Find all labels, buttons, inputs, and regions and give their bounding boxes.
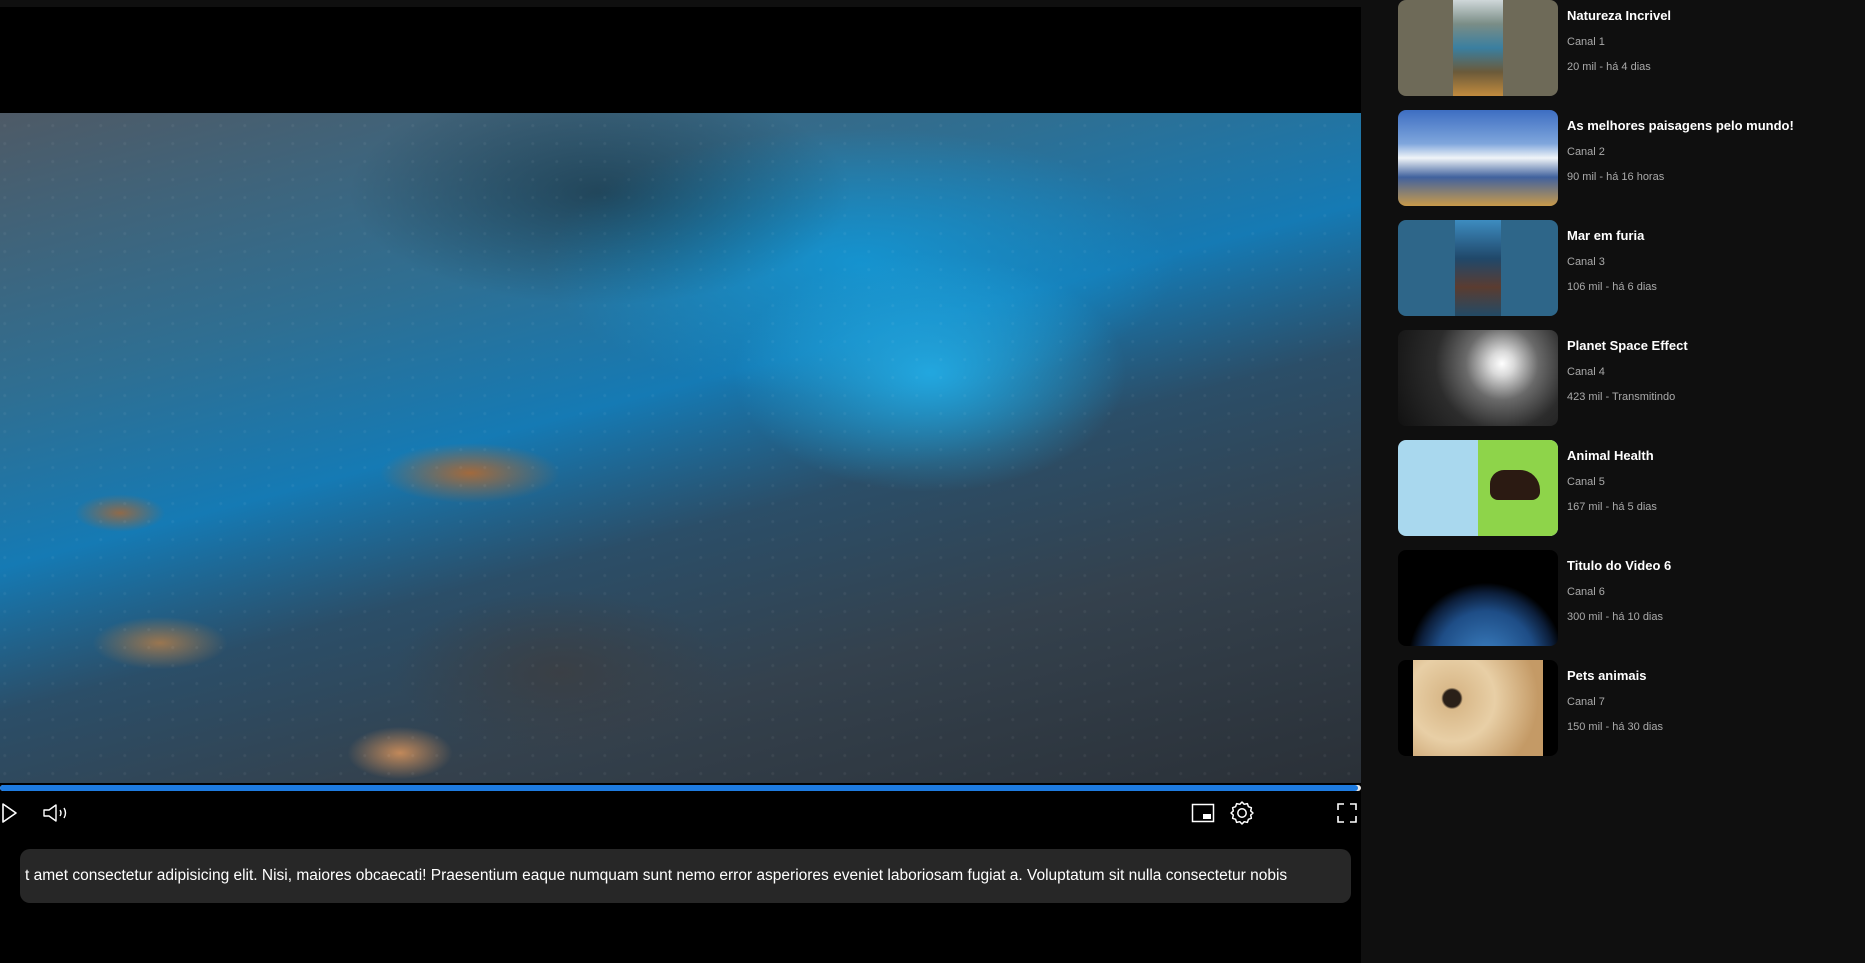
- video-thumbnail[interactable]: [1398, 660, 1558, 756]
- progress-fill: [0, 785, 1359, 791]
- settings-button[interactable]: [1227, 797, 1257, 829]
- video-channel: Canal 5: [1567, 476, 1605, 488]
- video-frame[interactable]: [0, 113, 1361, 783]
- video-thumbnail[interactable]: [1398, 220, 1558, 316]
- video-thumbnail[interactable]: [1398, 440, 1558, 536]
- related-video-2[interactable]: As melhores paisagens pelo mundo! Canal …: [1398, 110, 1848, 210]
- miniplayer-button[interactable]: [1190, 797, 1216, 829]
- video-thumbnail[interactable]: [1398, 550, 1558, 646]
- player-controls: [0, 797, 1361, 829]
- related-video-1[interactable]: Natureza Incrivel Canal 1 20 mil - há 4 …: [1398, 0, 1848, 100]
- volume-icon: [43, 804, 67, 822]
- video-stats: 300 mil - há 10 dias: [1567, 611, 1663, 623]
- volume-button[interactable]: [40, 797, 72, 829]
- related-video-3[interactable]: Mar em furia Canal 3 106 mil - há 6 dias: [1398, 220, 1848, 320]
- video-stats: 423 mil - Transmitindo: [1567, 391, 1676, 403]
- related-video-5[interactable]: Animal Health Canal 5 167 mil - há 5 dia…: [1398, 440, 1848, 540]
- video-title[interactable]: Titulo do Video 6: [1567, 558, 1671, 574]
- related-video-7[interactable]: Pets animais Canal 7 150 mil - há 30 dia…: [1398, 660, 1848, 760]
- video-channel: Canal 2: [1567, 146, 1605, 158]
- play-button[interactable]: [0, 797, 20, 829]
- top-strip: [0, 0, 1361, 7]
- related-video-6[interactable]: Titulo do Video 6 Canal 6 300 mil - há 1…: [1398, 550, 1848, 650]
- video-thumbnail[interactable]: [1398, 0, 1558, 96]
- page: t amet consectetur adipisicing elit. Nis…: [0, 0, 1865, 963]
- video-thumbnail[interactable]: [1398, 330, 1558, 426]
- video-title[interactable]: Pets animais: [1567, 668, 1663, 684]
- video-title[interactable]: Natureza Incrivel: [1567, 8, 1671, 24]
- video-channel: Canal 6: [1567, 586, 1605, 598]
- video-stats: 150 mil - há 30 dias: [1567, 721, 1663, 733]
- video-channel: Canal 4: [1567, 366, 1605, 378]
- video-title[interactable]: Animal Health: [1567, 448, 1657, 464]
- video-title[interactable]: As melhores paisagens pelo mundo!: [1567, 118, 1794, 134]
- video-stats: 106 mil - há 6 dias: [1567, 281, 1657, 293]
- video-channel: Canal 1: [1567, 36, 1605, 48]
- video-stats: 20 mil - há 4 dias: [1567, 61, 1651, 73]
- progress-bar[interactable]: [0, 785, 1361, 791]
- video-channel: Canal 7: [1567, 696, 1605, 708]
- fullscreen-button[interactable]: [1335, 797, 1359, 829]
- gear-icon: [1230, 801, 1254, 825]
- video-thumbnail[interactable]: [1398, 110, 1558, 206]
- video-stats: 167 mil - há 5 dias: [1567, 501, 1657, 513]
- video-title[interactable]: Planet Space Effect: [1567, 338, 1688, 354]
- video-description: t amet consectetur adipisicing elit. Nis…: [20, 849, 1351, 903]
- description-text: t amet consectetur adipisicing elit. Nis…: [25, 867, 1288, 884]
- video-stats: 90 mil - há 16 horas: [1567, 171, 1665, 183]
- miniplayer-icon: [1191, 803, 1215, 823]
- play-icon: [2, 803, 17, 823]
- video-player[interactable]: [0, 7, 1361, 829]
- fullscreen-icon: [1337, 803, 1357, 823]
- video-title[interactable]: Mar em furia: [1567, 228, 1657, 244]
- video-channel: Canal 3: [1567, 256, 1605, 268]
- related-video-4[interactable]: Planet Space Effect Canal 4 423 mil - Tr…: [1398, 330, 1848, 430]
- related-videos-sidebar: Natureza Incrivel Canal 1 20 mil - há 4 …: [1361, 0, 1865, 963]
